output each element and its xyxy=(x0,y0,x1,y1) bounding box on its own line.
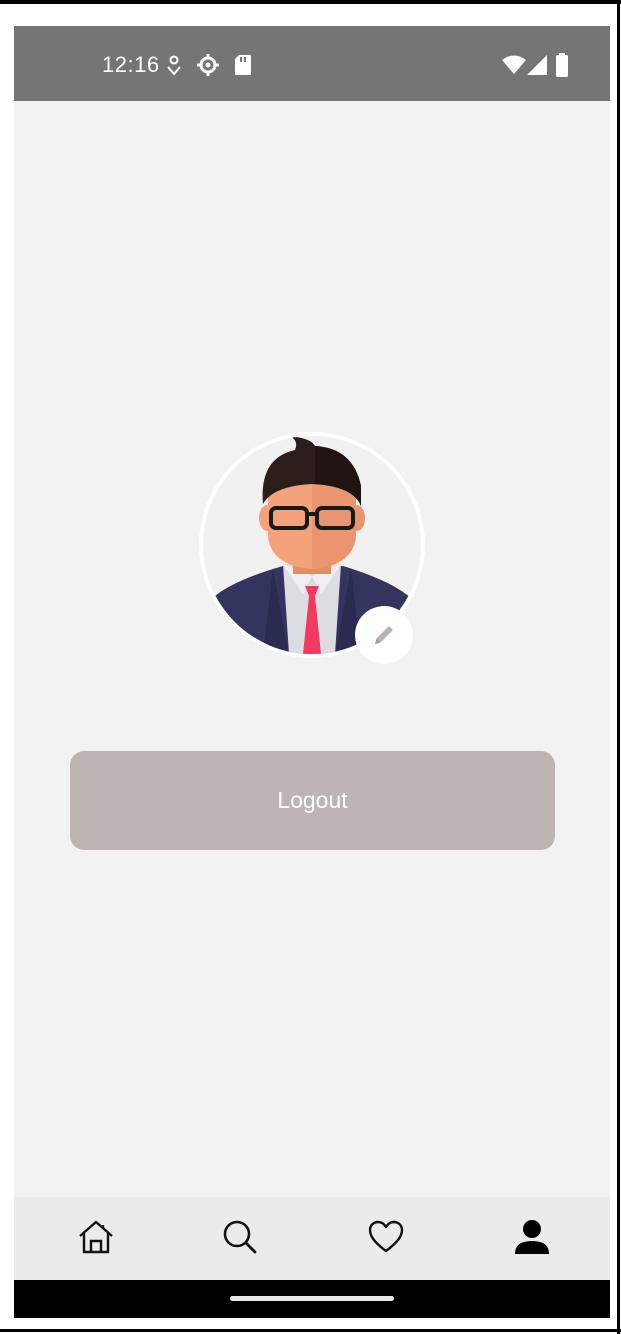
device-frame: 12:16 Logout xyxy=(0,0,621,1334)
frame-bottom-border xyxy=(0,1329,621,1332)
nav-home[interactable] xyxy=(74,1217,118,1261)
nav-search[interactable] xyxy=(218,1217,262,1261)
settings-gear-icon xyxy=(196,53,220,82)
frame-right-border xyxy=(617,0,620,1334)
system-gesture-bar xyxy=(14,1280,610,1318)
sd-card-icon xyxy=(234,54,252,81)
cell-signal-icon xyxy=(527,55,547,80)
app-screen: 12:16 Logout xyxy=(14,26,610,1318)
location-pin-icon xyxy=(166,54,182,81)
search-icon xyxy=(222,1219,258,1260)
status-bar: 12:16 xyxy=(14,26,610,101)
wifi-icon xyxy=(502,55,526,80)
profile-avatar[interactable] xyxy=(199,432,425,664)
home-icon xyxy=(77,1218,115,1261)
home-gesture-handle[interactable] xyxy=(230,1296,394,1301)
heart-icon xyxy=(368,1220,404,1259)
logout-button[interactable]: Logout xyxy=(70,751,555,850)
frame-top-border xyxy=(0,0,621,4)
pencil-icon xyxy=(372,623,396,652)
bottom-navigation xyxy=(14,1197,610,1280)
nav-favorites[interactable] xyxy=(364,1217,408,1261)
nav-profile[interactable] xyxy=(510,1217,554,1261)
profile-content: Logout xyxy=(14,101,610,1197)
status-time: 12:16 xyxy=(102,52,160,77)
profile-icon xyxy=(514,1219,550,1260)
edit-avatar-button[interactable] xyxy=(355,606,413,664)
battery-icon xyxy=(555,53,569,82)
